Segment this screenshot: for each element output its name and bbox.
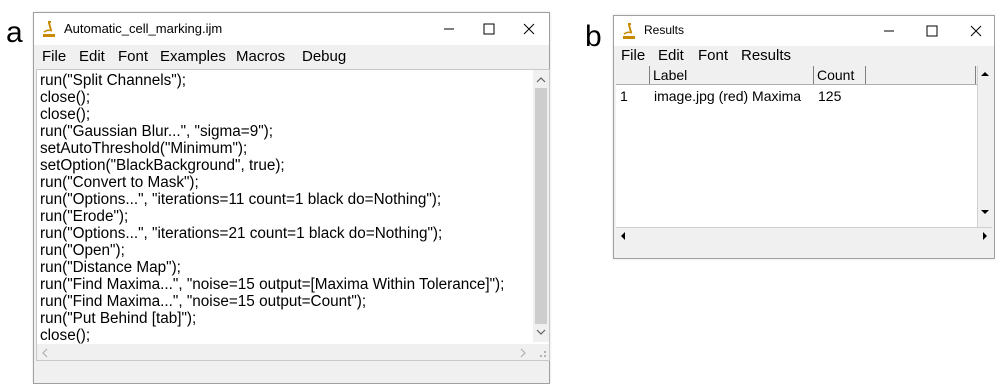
scroll-left-icon[interactable] — [620, 232, 626, 240]
results-menu-edit[interactable]: Edit — [658, 47, 684, 64]
menu-debug[interactable]: Debug — [302, 48, 346, 65]
menu-examples[interactable]: Examples — [160, 48, 226, 65]
code-line[interactable]: close(); — [40, 89, 504, 106]
code-text[interactable]: run("Split Channels"); close(); close(); ru… — [40, 72, 504, 344]
results-title: Results — [644, 23, 685, 37]
scroll-down-icon[interactable] — [981, 209, 989, 215]
scroll-right-icon[interactable] — [982, 232, 988, 240]
close-icon — [970, 25, 982, 37]
code-line[interactable]: close(); — [40, 327, 504, 344]
row-index: 1 — [620, 88, 628, 104]
imagej-microscope-icon — [43, 21, 55, 37]
code-line[interactable]: run("Options...", "iterations=21 count=1… — [40, 225, 504, 242]
code-line[interactable]: setAutoThreshold("Minimum"); — [40, 140, 504, 157]
horizontal-scrollbar[interactable] — [37, 344, 533, 360]
code-line[interactable]: run("Erode"); — [40, 208, 504, 225]
table-header: Label Count — [616, 66, 992, 85]
imagej-microscope-icon — [623, 23, 635, 39]
results-horizontal-scrollbar[interactable] — [616, 227, 992, 244]
resize-grip-icon — [540, 351, 546, 357]
menu-macros[interactable]: Macros — [236, 48, 285, 65]
code-line[interactable]: run("Open"); — [40, 242, 504, 259]
minimize-icon — [444, 28, 454, 30]
vertical-scroll-thumb[interactable] — [535, 88, 547, 324]
minimize-button[interactable] — [429, 13, 469, 45]
header-index[interactable] — [616, 66, 650, 84]
row-count: 125 — [818, 88, 842, 104]
header-count[interactable]: Count — [814, 66, 866, 84]
maximize-icon — [483, 23, 495, 35]
close-icon — [523, 23, 535, 35]
panel-label-a: a — [6, 16, 23, 49]
code-line[interactable]: run("Options...", "iterations=11 count=1… — [40, 191, 504, 208]
results-menu-results[interactable]: Results — [741, 47, 791, 64]
results-menubar: File Edit Font Results — [614, 46, 994, 66]
results-menu-font[interactable]: Font — [698, 47, 728, 64]
code-line[interactable]: run("Distance Map"); — [40, 259, 504, 276]
results-table[interactable]: Label Count 1 image.jpg (red) Maxima 125 — [616, 66, 992, 244]
menu-file[interactable]: File — [42, 48, 66, 65]
vertical-scrollbar[interactable] — [533, 70, 549, 342]
results-vertical-scrollbar[interactable] — [977, 66, 992, 228]
menu-font[interactable]: Font — [118, 48, 148, 65]
scroll-down-icon[interactable] — [536, 328, 546, 336]
code-line[interactable]: run("Put Behind [tab]"); — [40, 310, 504, 327]
scroll-up-icon[interactable] — [981, 71, 989, 77]
results-close-button[interactable] — [956, 16, 995, 46]
code-line[interactable]: close(); — [40, 106, 504, 123]
code-line[interactable]: run("Find Maxima...", "noise=15 output=[… — [40, 276, 504, 293]
code-line[interactable]: run("Split Channels"); — [40, 72, 504, 89]
code-line[interactable]: run("Gaussian Blur...", "sigma=9"); — [40, 123, 504, 140]
scroll-up-icon[interactable] — [536, 76, 546, 84]
header-label[interactable]: Label — [650, 66, 814, 84]
results-titlebar[interactable]: Results — [614, 16, 994, 46]
results-minimize-button[interactable] — [869, 16, 909, 46]
code-line[interactable]: run("Find Maxima...", "noise=15 output=C… — [40, 293, 504, 310]
results-window: Results File Edit Font Results Label Cou… — [613, 15, 995, 259]
menu-edit[interactable]: Edit — [79, 48, 105, 65]
row-label: image.jpg (red) Maxima — [654, 88, 802, 104]
resize-grip[interactable] — [533, 344, 549, 360]
close-button[interactable] — [509, 13, 549, 45]
editor-titlebar[interactable]: Automatic_cell_marking.ijm — [34, 13, 549, 45]
scroll-left-icon[interactable] — [41, 348, 49, 358]
code-line[interactable]: run("Convert to Mask"); — [40, 174, 504, 191]
minimize-icon — [884, 30, 894, 32]
maximize-button[interactable] — [469, 13, 509, 45]
editor-title: Automatic_cell_marking.ijm — [64, 21, 223, 36]
code-line[interactable]: setOption("BlackBackground", true); — [40, 157, 504, 174]
code-editor[interactable]: run("Split Channels"); close(); close(); ru… — [36, 69, 550, 361]
editor-menubar: File Edit Font Examples Macros Debug — [34, 45, 549, 69]
results-menu-file[interactable]: File — [621, 47, 645, 64]
panel-label-b: b — [585, 20, 602, 53]
results-maximize-button[interactable] — [912, 16, 952, 46]
scroll-right-icon[interactable] — [519, 348, 527, 358]
macro-editor-window: Automatic_cell_marking.ijm File Edit Fon… — [33, 12, 550, 384]
maximize-icon — [926, 25, 938, 37]
header-empty — [866, 66, 976, 84]
